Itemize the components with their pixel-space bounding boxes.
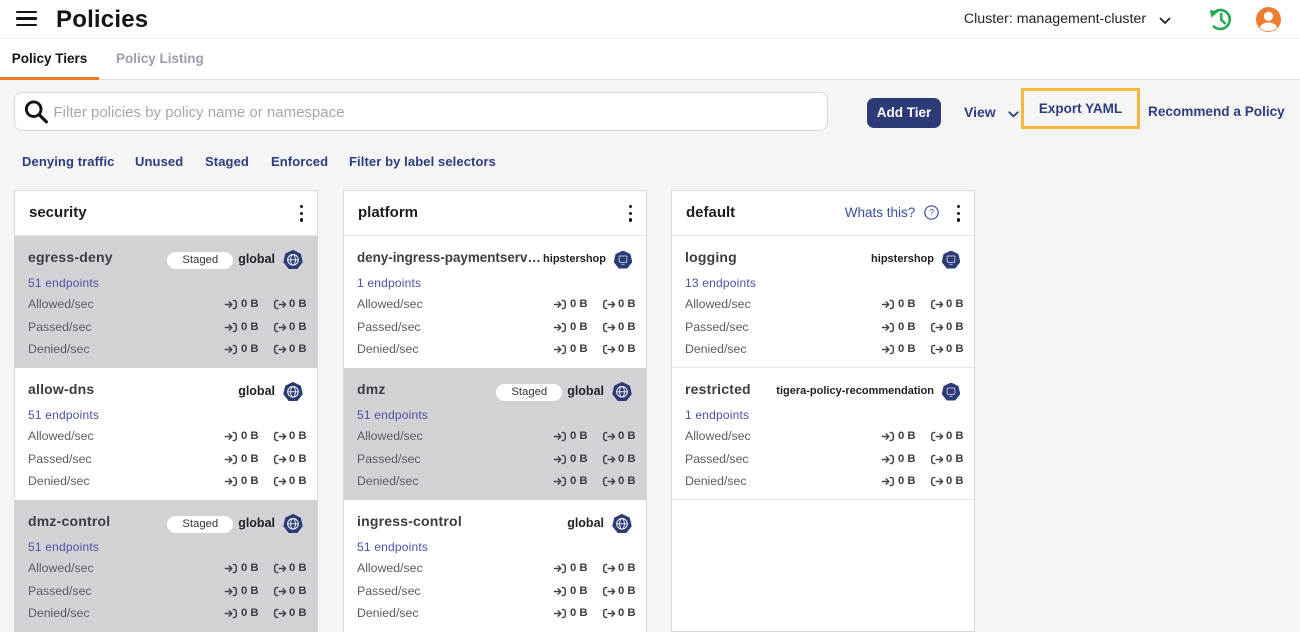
svg-text:?: ?	[929, 208, 934, 218]
